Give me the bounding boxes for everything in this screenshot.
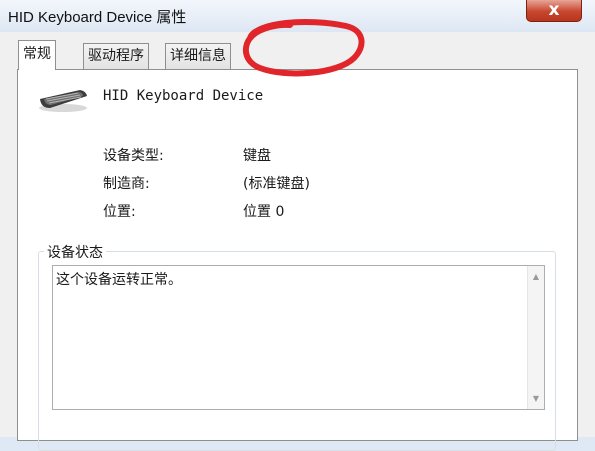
tab-details[interactable]: 详细信息 [165,43,231,69]
tab-label: 常规 [23,46,51,62]
tab-general[interactable]: 常规 [18,40,56,70]
device-name: HID Keyboard Device [103,88,264,104]
scroll-down-icon[interactable]: ▼ [528,394,544,403]
annotation-circle [242,19,365,77]
tab-label: 驱动程序 [88,48,144,64]
tab-driver[interactable]: 驱动程序 [83,43,149,69]
manufacturer-label: 制造商: [103,176,150,192]
tab-label: 详细信息 [170,48,226,64]
device-status-legend: 设备状态 [44,242,106,262]
device-type-label: 设备类型: [103,148,164,164]
keyboard-icon [39,90,87,112]
close-icon: x [548,0,560,20]
device-type-value: 键盘 [243,148,271,164]
close-button[interactable]: x [526,0,582,22]
window-title: HID Keyboard Device 属性 [8,9,187,26]
location-value: 位置 0 [243,204,285,220]
status-scrollbar[interactable]: ▲ ▼ [527,266,544,409]
manufacturer-value: (标准键盘) [243,176,310,192]
scroll-up-icon[interactable]: ▲ [528,272,544,281]
location-label: 位置: [103,204,136,220]
device-status-textbox[interactable]: 这个设备运转正常。 ▲ ▼ [52,265,545,410]
device-status-text: 这个设备运转正常。 [56,272,182,288]
